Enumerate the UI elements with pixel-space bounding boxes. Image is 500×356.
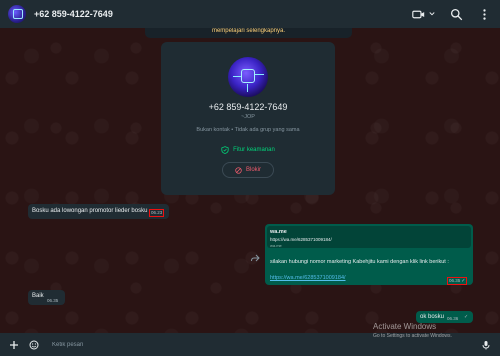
- message-time-value: 06.35: [449, 278, 461, 283]
- search-button[interactable]: [448, 6, 464, 22]
- incoming-message[interactable]: Baik 06.35: [28, 290, 65, 305]
- security-features-link[interactable]: Fitur keamanan: [221, 146, 275, 154]
- contact-info-card: +62 859-4122-7649 ~JOP Bukan kontak • Ti…: [161, 42, 335, 195]
- contact-avatar[interactable]: [8, 5, 26, 23]
- shield-icon: [221, 146, 229, 154]
- message-time: 06.36: [447, 316, 459, 321]
- menu-button[interactable]: [476, 6, 492, 22]
- link-preview-url: https://wa.me/6285371009184/: [270, 237, 332, 242]
- microphone-icon: [482, 340, 490, 349]
- block-button[interactable]: Blokir: [221, 162, 274, 178]
- message-text: ok bosku: [420, 314, 445, 320]
- video-icon: [411, 10, 424, 18]
- message-input[interactable]: [48, 337, 472, 352]
- block-icon: [235, 166, 242, 174]
- attach-button[interactable]: [8, 339, 20, 351]
- incoming-message[interactable]: Bosku ada lowongan promotor lieder bosku…: [28, 204, 169, 219]
- message-time: 06.35: [47, 298, 59, 303]
- message-time: 06.23: [149, 209, 165, 217]
- chevron-down-icon: [429, 12, 435, 16]
- security-features-label: Fitur keamanan: [233, 147, 275, 153]
- outgoing-message[interactable]: wa.me https://wa.me/6285371009184/ wa.me…: [265, 224, 473, 285]
- plus-icon: [10, 340, 18, 349]
- contact-subtitle: Bukan kontak • Tidak ada grup yang sama: [196, 127, 300, 133]
- contact-phone: +62 859-4122-7649: [208, 102, 288, 112]
- link-preview-title: wa.me: [270, 229, 287, 235]
- search-icon: [450, 8, 462, 20]
- message-text: Baik: [32, 293, 44, 299]
- message-text: silakan hubungi nomor marketing Kabehjit…: [270, 259, 449, 265]
- forward-icon: [251, 254, 260, 262]
- voice-message-button[interactable]: [480, 339, 492, 351]
- contact-avatar-large: [228, 57, 268, 97]
- emoji-button[interactable]: [28, 339, 40, 351]
- block-label: Blokir: [245, 167, 261, 173]
- message-link[interactable]: https://wa.me/6285371009184/: [270, 275, 346, 281]
- emoji-icon: [29, 340, 39, 349]
- message-time: 06.35✓: [447, 277, 468, 285]
- video-dropdown-button[interactable]: [428, 6, 436, 22]
- check-icon: ✓: [464, 314, 469, 320]
- video-call-button[interactable]: [410, 6, 426, 22]
- contact-title[interactable]: +62 859-4122-7649: [34, 9, 398, 19]
- forward-button[interactable]: [250, 250, 260, 262]
- contact-name: ~JOP: [241, 114, 255, 120]
- more-icon: [482, 8, 486, 20]
- windows-activation-watermark: Activate Windows Go to Settings to activ…: [373, 322, 452, 339]
- message-text: Bosku ada lowongan promotor lieder bosku: [32, 208, 148, 214]
- link-preview-domain: wa.me: [270, 243, 282, 248]
- watermark-title: Activate Windows: [373, 322, 437, 331]
- chat-header: +62 859-4122-7649: [0, 0, 500, 28]
- check-icon: ✓: [461, 278, 466, 284]
- watermark-subtitle: Go to Settings to activate Windows.: [373, 333, 452, 339]
- link-preview[interactable]: wa.me https://wa.me/6285371009184/ wa.me: [267, 226, 471, 248]
